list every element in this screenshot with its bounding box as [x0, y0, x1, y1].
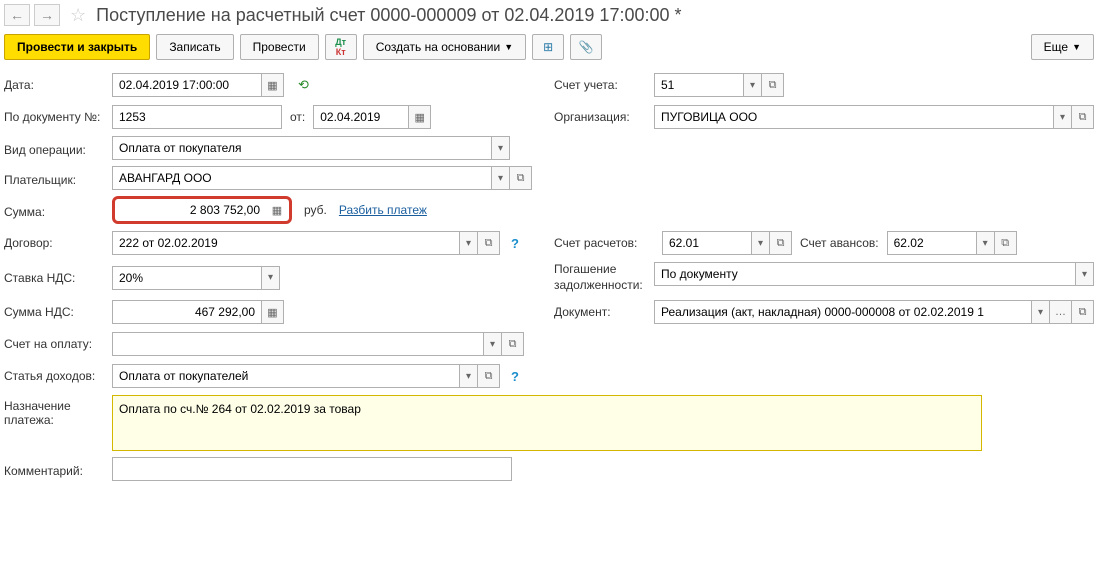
nav-forward-button[interactable]: → [34, 4, 60, 26]
page-title: Поступление на расчетный счет 0000-00000… [96, 5, 681, 26]
comment-input[interactable] [112, 457, 512, 481]
advance-acc-dropdown-icon[interactable]: ▾ [977, 231, 995, 255]
date-input[interactable] [112, 73, 262, 97]
vat-sum-input[interactable] [112, 300, 262, 324]
debt-label: Погашение задолженности: [554, 262, 654, 293]
op-type-label: Вид операции: [4, 139, 112, 157]
vat-rate-dropdown-icon[interactable]: ▾ [262, 266, 280, 290]
payer-open-icon[interactable]: ⧉ [510, 166, 532, 190]
doc-date-calendar-icon[interactable]: ▦ [409, 105, 431, 129]
dt-kt-button[interactable]: ДтКт [325, 34, 357, 60]
account-input[interactable] [654, 73, 744, 97]
doc-input[interactable] [654, 300, 1032, 324]
payer-label: Плательщик: [4, 169, 112, 187]
invoice-label: Счет на оплату: [4, 337, 112, 351]
income-input[interactable] [112, 364, 460, 388]
op-type-dropdown-icon[interactable]: ▾ [492, 136, 510, 160]
debt-dropdown-icon[interactable]: ▾ [1076, 262, 1094, 286]
invoice-input[interactable] [112, 332, 484, 356]
settle-acc-label: Счет расчетов: [554, 236, 654, 250]
payer-input[interactable] [112, 166, 492, 190]
advance-acc-label: Счет авансов: [800, 236, 879, 250]
purpose-label: Назначение платежа: [4, 395, 112, 451]
settle-acc-dropdown-icon[interactable]: ▾ [752, 231, 770, 255]
doc-more-icon[interactable]: … [1050, 300, 1072, 324]
vat-rate-input[interactable] [112, 266, 262, 290]
attachment-button[interactable]: 📎 [570, 34, 602, 60]
invoice-dropdown-icon[interactable]: ▾ [484, 332, 502, 356]
contract-dropdown-icon[interactable]: ▾ [460, 231, 478, 255]
doc-date-input[interactable] [313, 105, 409, 129]
income-help-icon[interactable]: ? [506, 367, 524, 385]
income-open-icon[interactable]: ⧉ [478, 364, 500, 388]
comment-label: Комментарий: [4, 460, 112, 478]
settle-acc-input[interactable] [662, 231, 752, 255]
favorite-star-icon[interactable]: ☆ [70, 5, 86, 26]
advance-acc-open-icon[interactable]: ⧉ [995, 231, 1017, 255]
invoice-open-icon[interactable]: ⧉ [502, 332, 524, 356]
date-calendar-icon[interactable]: ▦ [262, 73, 284, 97]
contract-help-icon[interactable]: ? [506, 234, 524, 252]
vat-rate-label: Ставка НДС: [4, 271, 112, 285]
from-label: от: [290, 110, 305, 124]
create-based-button[interactable]: Создать на основании ▼ [363, 34, 526, 60]
doc-no-input[interactable] [112, 105, 282, 129]
doc-label: Документ: [554, 305, 654, 319]
structure-button[interactable]: ⊞ [532, 34, 564, 60]
doc-no-label: По документу №: [4, 110, 112, 124]
org-dropdown-icon[interactable]: ▾ [1054, 105, 1072, 129]
vat-sum-label: Сумма НДС: [4, 305, 112, 319]
sum-calc-icon[interactable]: ▦ [266, 200, 288, 220]
post-and-close-button[interactable]: Провести и закрыть [4, 34, 150, 60]
date-label: Дата: [4, 78, 112, 92]
income-dropdown-icon[interactable]: ▾ [460, 364, 478, 388]
account-label: Счет учета: [554, 78, 654, 92]
sum-input[interactable] [116, 200, 266, 220]
income-label: Статья доходов: [4, 369, 112, 383]
save-button[interactable]: Записать [156, 34, 233, 60]
settle-acc-open-icon[interactable]: ⧉ [770, 231, 792, 255]
contract-open-icon[interactable]: ⧉ [478, 231, 500, 255]
refresh-icon[interactable]: ⟲ [298, 77, 309, 93]
op-type-input[interactable] [112, 136, 492, 160]
org-label: Организация: [554, 110, 654, 124]
doc-open-icon[interactable]: ⧉ [1072, 300, 1094, 324]
doc-dropdown-icon[interactable]: ▾ [1032, 300, 1050, 324]
nav-back-button[interactable]: ← [4, 4, 30, 26]
org-open-icon[interactable]: ⧉ [1072, 105, 1094, 129]
purpose-textarea[interactable] [112, 395, 982, 451]
vat-sum-calc-icon[interactable]: ▦ [262, 300, 284, 324]
advance-acc-input[interactable] [887, 231, 977, 255]
more-button[interactable]: Еще ▼ [1031, 34, 1094, 60]
sum-label: Сумма: [4, 201, 112, 219]
contract-label: Договор: [4, 236, 112, 250]
payer-dropdown-icon[interactable]: ▾ [492, 166, 510, 190]
split-payment-link[interactable]: Разбить платеж [339, 203, 427, 217]
currency-label: руб. [304, 203, 327, 217]
post-button[interactable]: Провести [240, 34, 319, 60]
account-dropdown-icon[interactable]: ▾ [744, 73, 762, 97]
contract-input[interactable] [112, 231, 460, 255]
account-open-icon[interactable]: ⧉ [762, 73, 784, 97]
debt-input[interactable] [654, 262, 1076, 286]
org-input[interactable] [654, 105, 1054, 129]
